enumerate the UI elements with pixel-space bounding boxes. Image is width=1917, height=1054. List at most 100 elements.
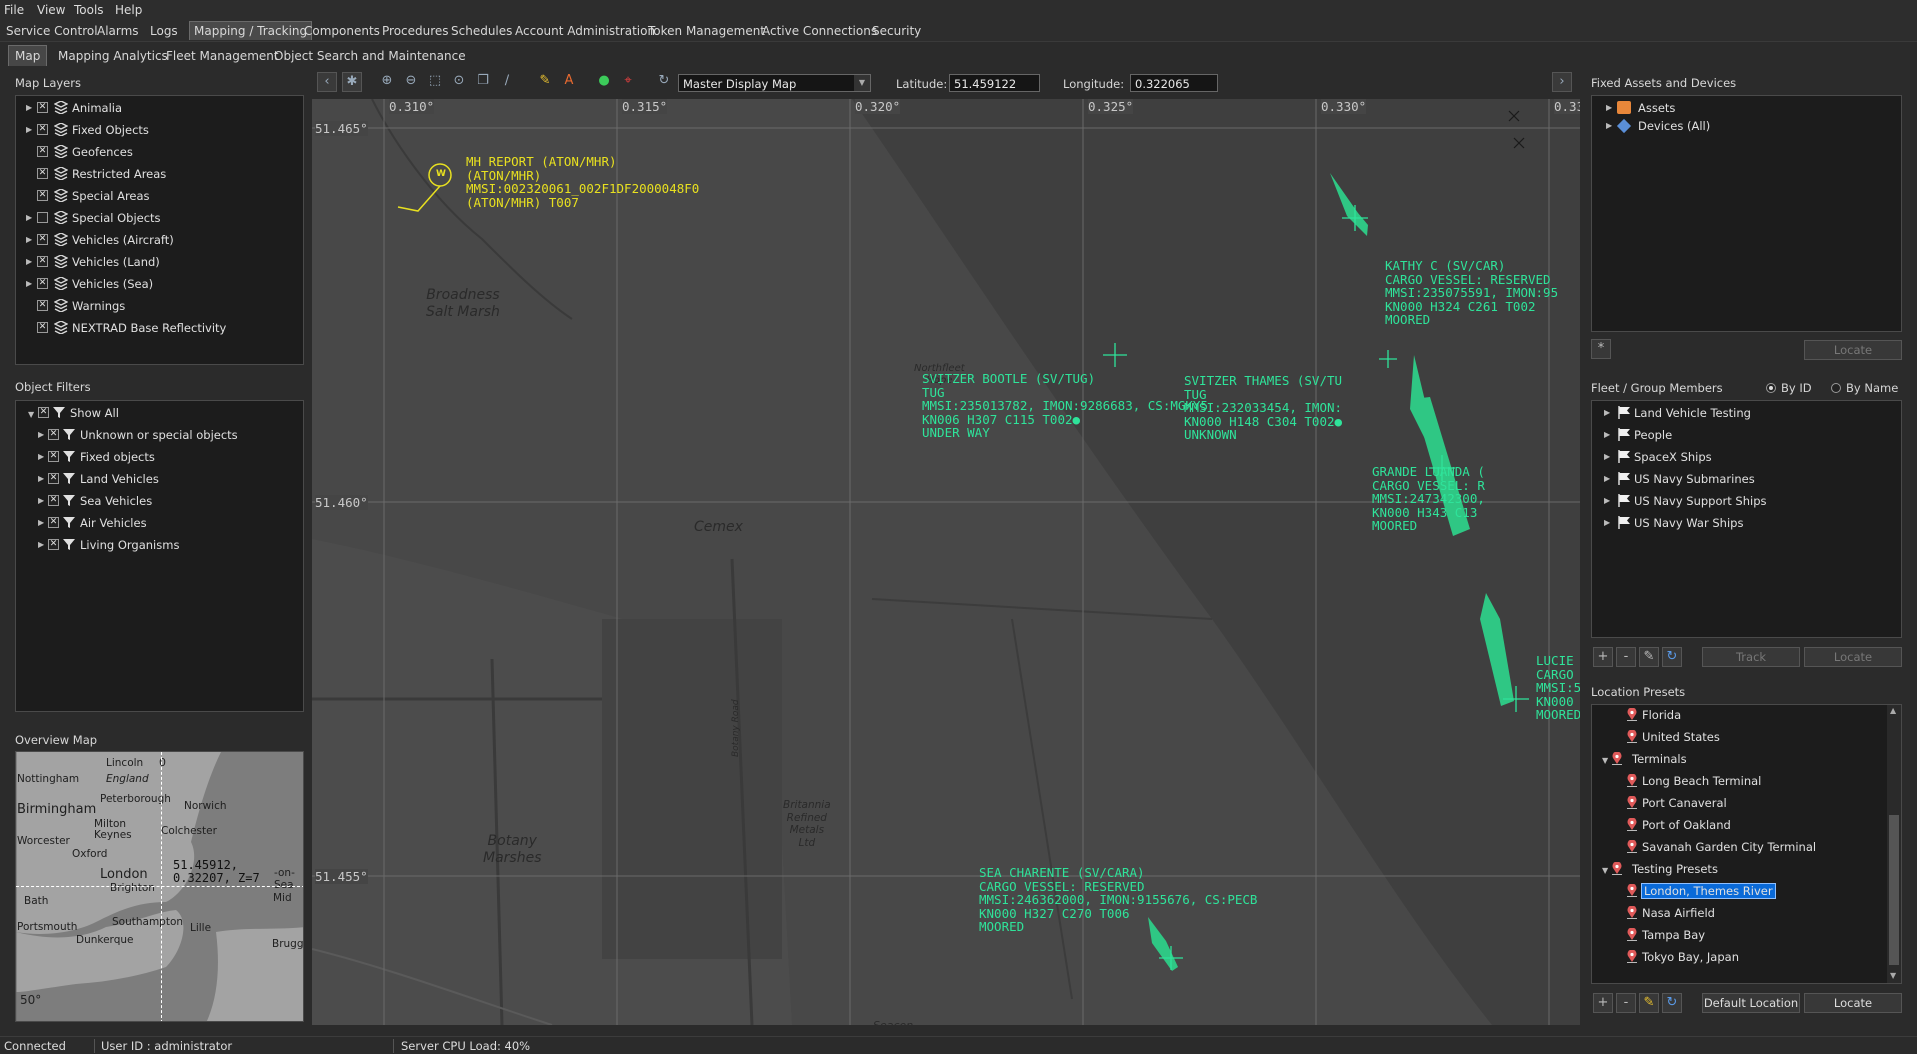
expand-arrow-icon[interactable]: ▶ bbox=[38, 474, 44, 483]
expand-arrow-icon[interactable]: ▶ bbox=[26, 235, 32, 244]
checkbox[interactable]: ✕ bbox=[37, 234, 48, 245]
expand-arrow-icon[interactable]: ▶ bbox=[38, 452, 44, 461]
expand-arrow-icon[interactable]: ▶ bbox=[1604, 430, 1610, 439]
filter-show-all[interactable]: ▼ ✕ Show All bbox=[16, 404, 301, 422]
menu-file[interactable]: File bbox=[4, 3, 24, 17]
expand-arrow-icon[interactable]: ▶ bbox=[1604, 474, 1610, 483]
tab-service-control[interactable]: Service Control bbox=[6, 24, 98, 38]
preset-item[interactable]: Long Beach Terminal bbox=[1592, 772, 1882, 790]
vessel-label-luanda[interactable]: GRANDE LUANDA ( CARGO VESSEL: R MMSI:247… bbox=[1372, 465, 1485, 533]
expand-arrow-icon[interactable]: ▶ bbox=[26, 279, 32, 288]
layer-item[interactable]: ▶ ✕ Animalia bbox=[16, 99, 301, 117]
tab-components[interactable]: Components bbox=[304, 24, 380, 38]
checkbox[interactable]: ✕ bbox=[48, 539, 59, 550]
checkbox[interactable]: ✕ bbox=[37, 146, 48, 157]
expand-arrow-icon[interactable]: ▶ bbox=[1604, 496, 1610, 505]
tree-item-assets[interactable]: ▶ Assets bbox=[1592, 99, 1897, 117]
checkbox[interactable] bbox=[37, 212, 48, 223]
fleet-group-item[interactable]: ▶ US Navy Submarines bbox=[1592, 470, 1897, 488]
checkbox[interactable]: ✕ bbox=[48, 451, 59, 462]
filter-item[interactable]: ▶ ✕ Fixed objects bbox=[16, 448, 301, 466]
expand-arrow-icon[interactable]: ▶ bbox=[26, 103, 32, 112]
scroll-up-icon[interactable]: ▲ bbox=[1890, 706, 1896, 715]
preset-item[interactable]: London, Themes River bbox=[1592, 882, 1882, 900]
layer-item[interactable]: ▶ Special Objects bbox=[16, 209, 301, 227]
tab-account-administration[interactable]: Account Administration bbox=[515, 24, 655, 38]
checkbox[interactable]: ✕ bbox=[37, 278, 48, 289]
tab-active-connections[interactable]: Active Connections bbox=[762, 24, 877, 38]
checkbox[interactable]: ✕ bbox=[37, 322, 48, 333]
filter-item[interactable]: ▶ ✕ Unknown or special objects bbox=[16, 426, 301, 444]
remove-icon[interactable]: - bbox=[1616, 647, 1636, 667]
layer-item[interactable]: ▶ ✕ Vehicles (Aircraft) bbox=[16, 231, 301, 249]
layer-item[interactable]: ✕ NEXTRAD Base Reflectivity bbox=[16, 319, 301, 337]
collapse-arrow-icon[interactable]: ▼ bbox=[1602, 866, 1608, 875]
menu-view[interactable]: View bbox=[37, 3, 65, 17]
circle-tool-icon[interactable]: ⊙ bbox=[449, 72, 469, 92]
map-canvas[interactable]: 0.310° 0.315° 0.320° 0.325° 0.330° 0.33 51.465… bbox=[312, 99, 1580, 1025]
globe-icon[interactable]: ● bbox=[594, 72, 614, 92]
preset-item[interactable]: ▼ Terminals bbox=[1592, 750, 1882, 768]
tab-alarms[interactable]: Alarms bbox=[97, 24, 139, 38]
checkbox[interactable]: ✕ bbox=[37, 168, 48, 179]
subtab-mapping-analytics[interactable]: Mapping Analytics bbox=[58, 49, 168, 63]
layer-item[interactable]: ✕ Geofences bbox=[16, 143, 301, 161]
expand-arrow-icon[interactable]: ▶ bbox=[1606, 103, 1612, 112]
forward-arrow-icon[interactable]: › bbox=[1552, 72, 1572, 92]
zoom-in-icon[interactable]: ⊕ bbox=[377, 72, 397, 92]
vessel-label-bootle[interactable]: SVITZER BOOTLE (SV/TUG) TUG MMSI:2350137… bbox=[922, 372, 1208, 440]
tab-logs[interactable]: Logs bbox=[150, 24, 178, 38]
checkbox[interactable]: ✕ bbox=[37, 300, 48, 311]
select-area-icon[interactable]: ⬚ bbox=[425, 72, 445, 92]
expand-arrow-icon[interactable]: ▶ bbox=[38, 540, 44, 549]
expand-arrow-icon[interactable]: ▶ bbox=[1604, 518, 1610, 527]
assets-locate-button[interactable]: Locate bbox=[1804, 340, 1902, 360]
filter-item[interactable]: ▶ ✕ Air Vehicles bbox=[16, 514, 301, 532]
vessel-label-lucie[interactable]: LUCIE CARGO MMSI:5 KN000 MOORED bbox=[1536, 654, 1580, 722]
preset-item[interactable]: Florida bbox=[1592, 706, 1882, 724]
layer-item[interactable]: ✕ Restricted Areas bbox=[16, 165, 301, 183]
preset-item[interactable]: Tampa Bay bbox=[1592, 926, 1882, 944]
tab-token-management[interactable]: Token Management bbox=[648, 24, 765, 38]
expand-arrow-icon[interactable]: ▶ bbox=[38, 496, 44, 505]
preset-item[interactable]: United States bbox=[1592, 728, 1882, 746]
add-icon[interactable]: + bbox=[1593, 647, 1613, 667]
edit-icon[interactable]: ✎ bbox=[1639, 993, 1659, 1013]
preset-item[interactable]: ▼ Testing Presets bbox=[1592, 860, 1882, 878]
fleet-group-item[interactable]: ▶ SpaceX Ships bbox=[1592, 448, 1897, 466]
refresh-icon[interactable]: ↻ bbox=[1662, 993, 1682, 1013]
preset-item[interactable]: Port Canaveral bbox=[1592, 794, 1882, 812]
expand-arrow-icon[interactable]: ▶ bbox=[26, 257, 32, 266]
by-id-radio[interactable] bbox=[1766, 383, 1776, 393]
expand-arrow-icon[interactable]: ▶ bbox=[1604, 408, 1610, 417]
latitude-field[interactable]: 51.459122 bbox=[949, 74, 1040, 92]
expand-arrow-icon[interactable]: ▶ bbox=[1604, 452, 1610, 461]
layer-item[interactable]: ▶ ✕ Vehicles (Land) bbox=[16, 253, 301, 271]
checkbox[interactable]: ✕ bbox=[37, 190, 48, 201]
checkbox[interactable]: ✕ bbox=[48, 517, 59, 528]
chevron-down-icon[interactable]: ▼ bbox=[854, 75, 870, 91]
target-icon[interactable]: ⌖ bbox=[618, 72, 638, 92]
collapse-arrow-icon[interactable]: ▼ bbox=[28, 410, 34, 419]
checkbox[interactable]: ✕ bbox=[48, 495, 59, 506]
tree-item-devices[interactable]: ▶ Devices (All) bbox=[1592, 117, 1897, 135]
fleet-group-item[interactable]: ▶ US Navy Support Ships bbox=[1592, 492, 1897, 510]
fleet-group-item[interactable]: ▶ People bbox=[1592, 426, 1897, 444]
layer-item[interactable]: ✕ Special Areas bbox=[16, 187, 301, 205]
checkbox[interactable]: ✕ bbox=[37, 102, 48, 113]
remove-icon[interactable]: - bbox=[1616, 993, 1636, 1013]
by-name-radio[interactable] bbox=[1831, 383, 1841, 393]
presets-locate-button[interactable]: Locate bbox=[1804, 993, 1902, 1013]
menu-tools[interactable]: Tools bbox=[74, 3, 104, 17]
layer-item[interactable]: ✕ Warnings bbox=[16, 297, 301, 315]
checkbox[interactable]: ✕ bbox=[37, 124, 48, 135]
collapse-arrow-icon[interactable]: ▼ bbox=[1602, 756, 1608, 765]
aton-label[interactable]: MH REPORT (ATON/MHR) (ATON/MHR) MMSI:002… bbox=[466, 155, 699, 209]
layer-item[interactable]: ▶ ✕ Fixed Objects bbox=[16, 121, 301, 139]
back-arrow-icon[interactable]: ‹ bbox=[317, 72, 337, 92]
default-location-button[interactable]: Default Location bbox=[1702, 993, 1800, 1013]
asset-options-button[interactable]: * bbox=[1591, 339, 1611, 359]
fleet-group-item[interactable]: ▶ Land Vehicle Testing bbox=[1592, 404, 1897, 422]
subtab-map[interactable]: Map bbox=[8, 45, 48, 66]
vessel-label-charente[interactable]: SEA CHARENTE (SV/CARA) CARGO VESSEL: RES… bbox=[979, 866, 1257, 934]
